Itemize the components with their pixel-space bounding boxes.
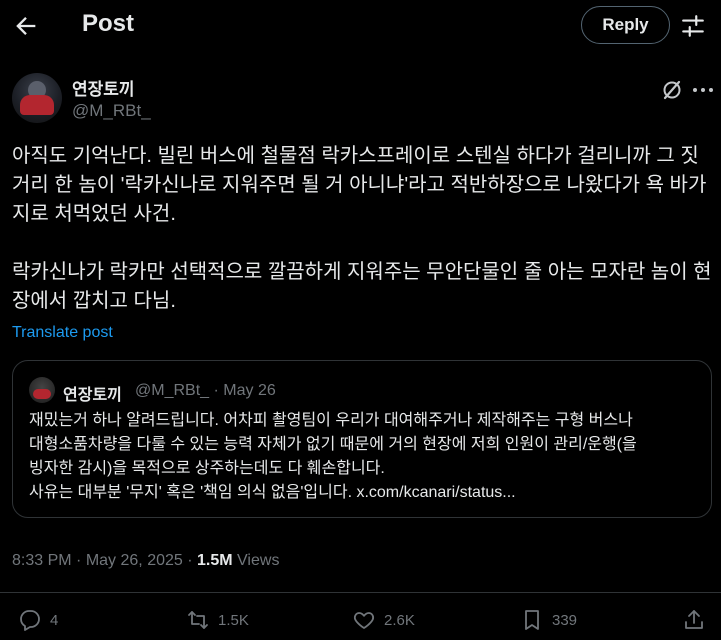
- quote-line: 대형소품차량을 다룰 수 있는 능력 자체가 없기 때문에 거의 현장에 저희 …: [29, 436, 637, 453]
- reply-count: 4: [50, 611, 59, 629]
- quote-line: 재밌는거 하나 알려드립니다. 어차피 촬영팀이 우리가 대여해주거나 제작해주…: [29, 412, 633, 429]
- bookmark-action[interactable]: 339: [520, 606, 577, 634]
- back-arrow-icon[interactable]: [12, 12, 40, 40]
- page-title: Post: [82, 10, 135, 37]
- repost-icon: [188, 611, 208, 629]
- bookmark-count: 339: [552, 611, 578, 629]
- quote-meta: @M_RBt_ · May 26: [135, 382, 276, 399]
- post-text: 아직도 기억난다. 빌린 버스에 철물점 락카스프레이로 스텐실 하다가 걸리니…: [12, 142, 712, 316]
- like-icon: [353, 612, 375, 629]
- post-paragraph: 아직도 기억난다. 빌린 버스에 철물점 락카스프레이로 스텐실 하다가 걸리니…: [12, 145, 707, 225]
- reply-button[interactable]: Reply: [581, 6, 670, 44]
- like-action[interactable]: 2.6K: [352, 606, 415, 634]
- post-paragraph: 락카신나가 락카만 선택적으로 깔끔하게 지워주는 무안단물인 줄 아는 모자란…: [12, 261, 712, 312]
- tune-icon[interactable]: [680, 13, 706, 39]
- top-bar: Post Reply: [0, 0, 721, 52]
- more-icon[interactable]: [692, 86, 714, 94]
- share-action[interactable]: [682, 606, 706, 634]
- quote-avatar: [29, 377, 55, 403]
- quote-line: 빙자한 감시)을 목적으로 상주하는데도 다 훼손합니다.: [29, 460, 385, 477]
- quote-handle: @M_RBt_: [135, 382, 210, 399]
- post-timestamp: 8:33 PM · May 26, 2025 · 1.5M Views: [12, 552, 280, 569]
- quote-line: 사유는 대부분 '무지' 혹은 '책임 의식 없음'입니다. x.com/kca…: [29, 484, 516, 501]
- repost-action[interactable]: 1.5K: [186, 606, 249, 634]
- quote-date: May 26: [223, 382, 276, 399]
- translate-post-link[interactable]: Translate post: [12, 324, 113, 342]
- action-bar: 4 1.5K 2.6K 339: [0, 606, 721, 640]
- avatar[interactable]: [12, 73, 62, 123]
- bookmark-icon: [525, 610, 539, 630]
- post-time[interactable]: 8:33 PM: [12, 552, 72, 569]
- like-count: 2.6K: [384, 611, 415, 629]
- author-name[interactable]: 연장토끼: [72, 75, 135, 100]
- grok-icon[interactable]: [660, 78, 684, 102]
- quote-author-name: 연장토끼: [63, 387, 122, 404]
- divider: [0, 592, 721, 593]
- post-date[interactable]: May 26, 2025: [86, 552, 183, 569]
- views-label: Views: [237, 552, 280, 569]
- reply-icon: [20, 610, 40, 631]
- views-count: 1.5M: [197, 552, 233, 569]
- author-handle[interactable]: @M_RBt_: [72, 101, 151, 121]
- quoted-post[interactable]: 연장토끼 @M_RBt_ · May 26 재밌는거 하나 알려드립니다. 어차…: [12, 360, 712, 518]
- reply-action[interactable]: 4: [18, 606, 58, 634]
- quote-text: 재밌는거 하나 알려드립니다. 어차피 촬영팀이 우리가 대여해주거나 제작해주…: [29, 409, 697, 505]
- share-icon: [685, 610, 703, 629]
- repost-count: 1.5K: [218, 611, 249, 629]
